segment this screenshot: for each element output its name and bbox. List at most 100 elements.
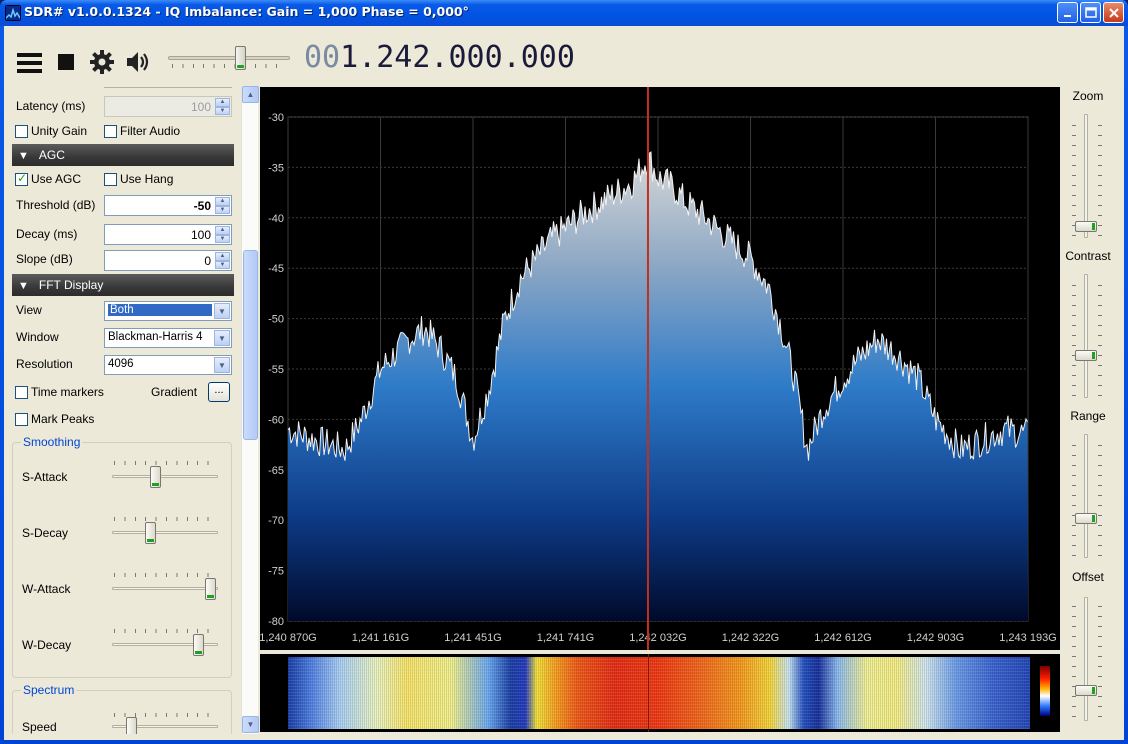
s-attack-label: S-Attack xyxy=(22,470,68,484)
decay-input[interactable]: 100 ▲ ▼ xyxy=(104,224,232,245)
y-tick-label: -65 xyxy=(268,465,284,477)
offset-thumb[interactable] xyxy=(1075,685,1097,697)
unity-gain-checkbox[interactable] xyxy=(15,125,28,138)
slope-label: Slope (dB) xyxy=(16,252,73,266)
contrast-track[interactable] xyxy=(1084,274,1088,398)
waterfall-color-scale xyxy=(1040,666,1050,716)
stop-icon[interactable] xyxy=(58,54,75,74)
volume-slider-thumb[interactable] xyxy=(234,46,246,70)
use-agc-checkbox[interactable] xyxy=(15,171,28,186)
latency-value: 100 xyxy=(190,100,211,114)
w-attack-label: W-Attack xyxy=(22,582,71,596)
s-decay-track[interactable] xyxy=(112,531,218,534)
resolution-value: 4096 xyxy=(108,358,134,370)
fft-header-label: FFT Display xyxy=(38,278,104,292)
dropdown-arrow-icon[interactable]: ▼ xyxy=(214,303,230,319)
y-tick-label: -50 xyxy=(268,314,284,326)
menu-icon[interactable] xyxy=(17,52,43,77)
use-hang-label: Use Hang xyxy=(120,172,174,186)
x-tick-label: 1,241 741G xyxy=(537,632,595,644)
waterfall-noise xyxy=(288,657,1030,729)
zoom-ticks-left xyxy=(1072,116,1076,236)
minimize-icon xyxy=(1063,14,1071,17)
spectrum-chart: -30 -35 -40 -45 -50 -55 -60 -65 -70 -75 -80 1,240 8… xyxy=(260,87,1057,650)
title-bar[interactable]: SDR# v1.0.0.1324 - IQ Imbalance: Gain = … xyxy=(0,0,1128,26)
dropdown-arrow-icon[interactable]: ▼ xyxy=(214,357,230,373)
slope-input[interactable]: 0 ▲ ▼ xyxy=(104,250,232,271)
range-label: Range xyxy=(1070,409,1106,423)
fft-section-header[interactable]: ▼ FFT Display xyxy=(12,274,234,296)
agc-section-header[interactable]: ▼ AGC xyxy=(12,144,234,166)
gradient-button[interactable]: ... xyxy=(208,382,230,402)
threshold-input[interactable]: -50 ▲ ▼ xyxy=(104,195,232,216)
volume-ticks xyxy=(172,64,286,68)
window-select[interactable]: Blackman-Harris 4 ▼ xyxy=(104,328,232,348)
offset-track[interactable] xyxy=(1084,597,1088,721)
scroll-down-arrow-icon[interactable]: ▼ xyxy=(242,716,259,733)
x-tick-label: 1,242 322G xyxy=(722,632,780,644)
time-markers-checkbox[interactable] xyxy=(15,386,28,399)
w-attack-track[interactable] xyxy=(112,587,218,590)
time-markers-label: Time markers xyxy=(31,385,104,399)
speaker-icon[interactable] xyxy=(125,50,153,77)
filter-audio-checkbox[interactable] xyxy=(104,125,117,138)
threshold-spinner[interactable]: ▲ ▼ xyxy=(215,197,230,214)
offset-label: Offset xyxy=(1072,570,1104,584)
w-attack-thumb[interactable] xyxy=(205,578,217,600)
waterfall-display[interactable] xyxy=(260,654,1060,732)
s-attack-track[interactable] xyxy=(112,475,218,478)
frequency-display[interactable]: 001.242.000.000 xyxy=(304,40,575,75)
speed-thumb[interactable] xyxy=(126,717,138,734)
resolution-select[interactable]: 4096 ▼ xyxy=(104,355,232,375)
y-tick-label: -80 xyxy=(268,616,284,628)
settings-gear-icon[interactable] xyxy=(89,49,115,78)
decay-spinner[interactable]: ▲ ▼ xyxy=(215,226,230,243)
w-decay-thumb[interactable] xyxy=(192,634,204,656)
x-tick-label: 1,242 032G xyxy=(629,632,687,644)
app-icon xyxy=(5,5,21,21)
zoom-track[interactable] xyxy=(1084,114,1088,238)
use-hang-checkbox[interactable] xyxy=(104,173,117,186)
volume-slider-track[interactable] xyxy=(168,56,290,60)
frequency-prefix: 00 xyxy=(304,40,341,75)
contrast-thumb[interactable] xyxy=(1075,349,1097,361)
range-track[interactable] xyxy=(1084,434,1088,558)
close-button[interactable] xyxy=(1103,2,1124,23)
x-tick-label: 1,243 193G xyxy=(999,632,1057,644)
window-label: Window xyxy=(16,330,59,344)
settings-panel: Latency (ms) 100 ▲ ▼ Unity Gain Filter Au… xyxy=(8,86,240,734)
mark-peaks-label: Mark Peaks xyxy=(31,412,95,426)
view-select[interactable]: Both ▼ xyxy=(104,301,232,321)
filter-audio-label: Filter Audio xyxy=(120,124,181,138)
s-attack-thumb[interactable] xyxy=(150,466,161,488)
maximize-button[interactable] xyxy=(1080,2,1101,23)
use-agc-label: Use AGC xyxy=(31,172,82,186)
latency-spinner: ▲ ▼ xyxy=(215,98,230,115)
range-ticks-right xyxy=(1098,436,1102,556)
scroll-up-arrow-icon[interactable]: ▲ xyxy=(242,86,259,103)
spectrum-analyzer[interactable]: -30 -35 -40 -45 -50 -55 -60 -65 -70 -75 -80 1,240 8… xyxy=(260,87,1060,650)
slope-spinner[interactable]: ▲ ▼ xyxy=(215,252,230,269)
threshold-value: -50 xyxy=(193,199,211,213)
w-decay-label: W-Decay xyxy=(22,638,72,652)
w-decay-ticks xyxy=(114,629,218,633)
s-decay-thumb[interactable] xyxy=(145,522,157,544)
panel-scrollbar[interactable]: ▲ ▼ xyxy=(241,86,259,734)
dropdown-arrow-icon[interactable]: ▼ xyxy=(214,330,230,346)
spectrum-title: Spectrum xyxy=(21,683,77,697)
close-icon xyxy=(1108,7,1119,18)
scrollbar-thumb[interactable] xyxy=(243,250,258,440)
view-label: View xyxy=(16,303,42,317)
unity-gain-label: Unity Gain xyxy=(31,124,88,138)
decay-label: Decay (ms) xyxy=(16,227,78,241)
range-thumb[interactable] xyxy=(1075,513,1097,525)
y-tick-label: -30 xyxy=(268,112,284,124)
minimize-button[interactable] xyxy=(1057,2,1078,23)
y-tick-label: -55 xyxy=(268,364,284,376)
collapse-triangle-icon: ▼ xyxy=(18,280,29,292)
zoom-thumb[interactable] xyxy=(1075,221,1097,233)
contrast-ticks-right xyxy=(1098,276,1102,396)
mark-peaks-checkbox[interactable] xyxy=(15,413,28,426)
x-tick-label: 1,242 612G xyxy=(814,632,872,644)
threshold-label: Threshold (dB) xyxy=(16,198,96,212)
